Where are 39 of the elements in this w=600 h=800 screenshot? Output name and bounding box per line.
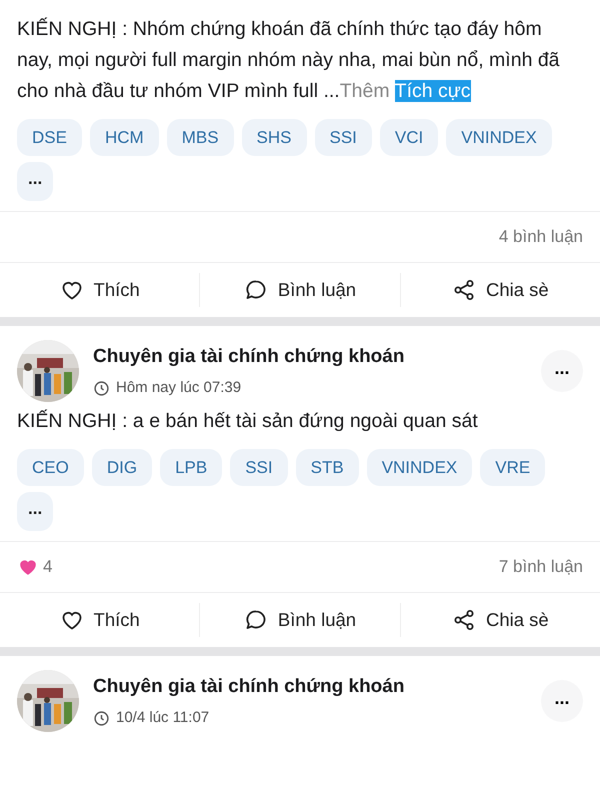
post-time: 10/4 lúc 11:07 xyxy=(116,708,210,728)
ticker-tag[interactable]: VRE xyxy=(480,449,546,486)
ticker-tag[interactable]: VCI xyxy=(380,119,438,156)
ticker-tag[interactable]: VNINDEX xyxy=(366,449,472,486)
author-name: Chuyên gia tài chính chứng khoán xyxy=(93,674,404,698)
share-button[interactable]: Chia sè xyxy=(400,605,600,635)
ticker-tag[interactable]: STB xyxy=(296,449,359,486)
post-text: KIẾN NGHỊ : a e bán hết tài sản đứng ngoài quan sát xyxy=(16,408,479,434)
ticker-tag[interactable]: VNINDEX xyxy=(446,119,552,156)
comment-count[interactable]: 7 bình luận xyxy=(498,554,583,580)
more-button[interactable]: ... xyxy=(541,350,583,392)
ticker-tag[interactable]: MBS xyxy=(166,119,234,156)
like-button[interactable]: Thích xyxy=(0,275,200,305)
speech-bubble-icon xyxy=(244,608,268,632)
more-tags-button[interactable]: ... xyxy=(17,492,54,531)
share-button[interactable]: Chia sè xyxy=(400,275,600,305)
ticker-tag[interactable]: CEO xyxy=(17,449,84,486)
post-time: Hôm nay lúc 07:39 xyxy=(116,378,242,398)
ticker-tag[interactable]: LPB xyxy=(160,449,222,486)
more-tags-button[interactable]: ... xyxy=(17,162,54,201)
ticker-tag[interactable]: SSI xyxy=(314,119,372,156)
speech-bubble-icon xyxy=(244,278,268,302)
ticker-tag[interactable]: SSI xyxy=(230,449,288,486)
comment-count[interactable]: 4 bình luận xyxy=(498,224,583,250)
like-count: 4 xyxy=(43,556,52,578)
like-button[interactable]: Thích xyxy=(0,605,200,635)
share-icon xyxy=(452,278,476,302)
author-name: Chuyên gia tài chính chứng khoán xyxy=(93,344,404,368)
clock-icon xyxy=(93,710,110,727)
ticker-tag[interactable]: HCM xyxy=(90,119,159,156)
more-button[interactable]: ... xyxy=(541,680,583,722)
post-text: KIẾN NGHỊ : Nhóm chứng khoán đã chính thức tạo đáy hôm nay, mọi người full margin nhóm này nha, mai bùn nổ, mình đã cho nhà đầu tư nhóm VIP mình full ...Thêm Tích cực xyxy=(16,16,561,104)
ticker-tag[interactable]: SHS xyxy=(242,119,306,156)
clock-icon xyxy=(93,380,110,397)
comment-button[interactable]: Bình luận xyxy=(200,605,400,635)
share-icon xyxy=(452,608,476,632)
comment-button[interactable]: Bình luận xyxy=(200,275,400,305)
ticker-tag[interactable]: DIG xyxy=(92,449,152,486)
ticker-tag[interactable]: DSE xyxy=(17,119,82,156)
